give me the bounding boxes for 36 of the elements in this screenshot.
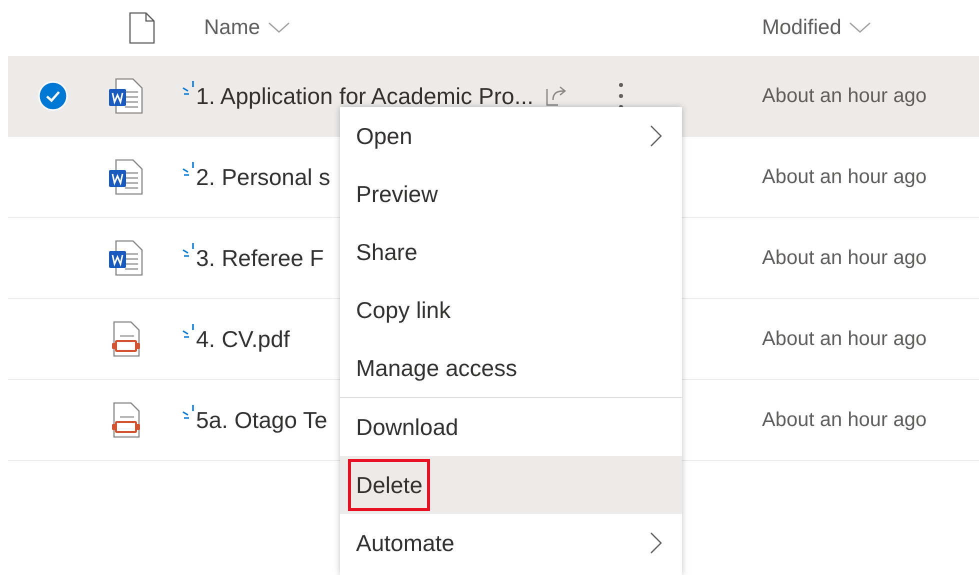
modified-time: About an hour ago: [762, 327, 927, 352]
menu-item[interactable]: Preview: [340, 165, 682, 223]
file-type-icon: [129, 12, 155, 44]
modified-time: About an hour ago: [762, 246, 927, 271]
menu-item[interactable]: Share: [340, 223, 682, 281]
modified-time: About an hour ago: [762, 84, 927, 109]
column-header[interactable]: Modified: [762, 12, 842, 44]
checkmark-icon[interactable]: [38, 81, 68, 111]
menu-item[interactable]: Delete: [340, 456, 682, 514]
menu-label: Manage access: [355, 354, 518, 383]
column-header[interactable]: Name: [204, 12, 260, 44]
submenu-chevron-icon: [650, 532, 662, 554]
menu-label: Download: [355, 412, 460, 442]
new-item-icon: [182, 161, 196, 177]
sort-chevron-icon[interactable]: [268, 22, 290, 34]
menu-item[interactable]: Manage access: [340, 339, 682, 397]
menu-label: Preview: [355, 180, 439, 209]
menu-label: Automate: [355, 528, 456, 558]
new-item-icon: [182, 80, 196, 96]
modified-time: About an hour ago: [762, 165, 927, 190]
modified-time: About an hour ago: [762, 408, 927, 433]
sort-chevron-icon[interactable]: [849, 22, 872, 34]
new-item-icon: [182, 242, 196, 258]
new-item-icon: [182, 323, 196, 339]
file-name[interactable]: 3. Referee F: [196, 240, 324, 276]
menu-item[interactable]: Copy link: [340, 281, 682, 339]
file-name[interactable]: 4. CV.pdf: [196, 322, 290, 356]
file-name[interactable]: 5a. Otago Te: [196, 402, 328, 438]
menu-item[interactable]: Download: [340, 398, 682, 456]
new-item-icon: [182, 404, 196, 420]
menu-label: Share: [355, 238, 418, 267]
menu-item[interactable]: Open: [340, 107, 682, 165]
file-name[interactable]: 2. Personal s: [196, 160, 330, 194]
menu-item[interactable]: Automate: [340, 514, 682, 572]
menu-label: Delete: [351, 462, 428, 508]
submenu-chevron-icon: [650, 125, 662, 147]
